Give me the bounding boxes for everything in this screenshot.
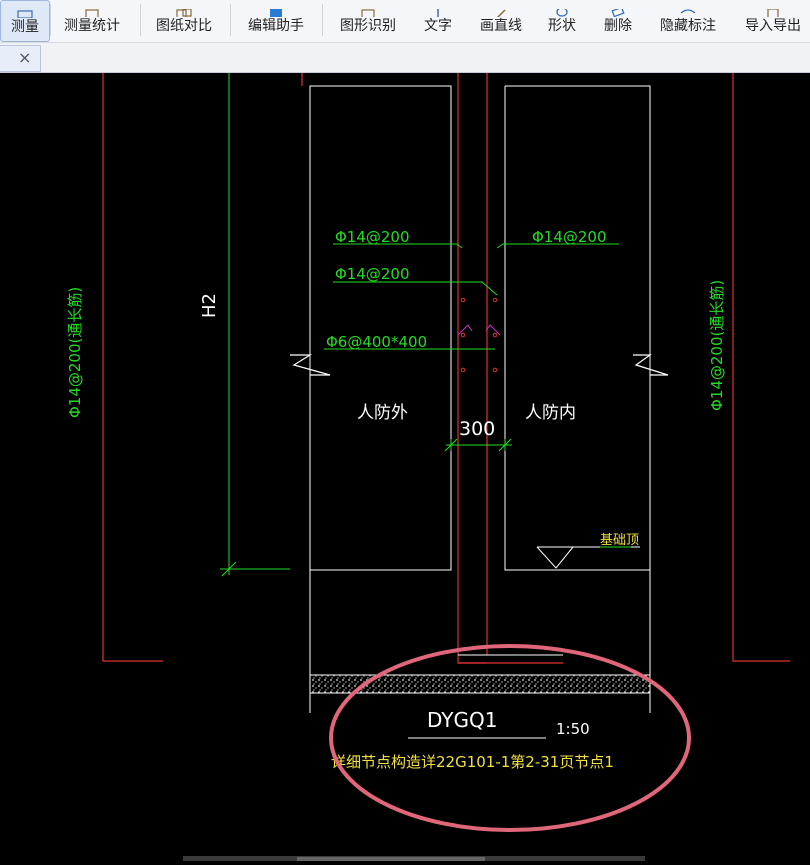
rebar-left-vertical-label: Φ14@200(通长筋): [66, 287, 84, 418]
draw-line-button[interactable]: 画直线: [472, 0, 530, 40]
cad-drawing[interactable]: H2 Φ14@200(通长筋) Φ14@200(通长筋) Φ14@200 Φ14…: [0, 73, 810, 861]
scale-label: 1:50: [556, 720, 590, 738]
hide-annotation-icon: [678, 7, 698, 17]
compare-drawings-icon: [174, 7, 194, 17]
edit-assistant-icon: [266, 7, 286, 17]
eraser-icon: [608, 7, 628, 17]
scrollbar-thumb[interactable]: [297, 857, 485, 861]
rebar-right-vertical-label: Φ14@200(通长筋): [708, 280, 726, 411]
rebar-top-right-label: Φ14@200: [532, 228, 607, 246]
gravel-bed: [309, 674, 651, 694]
drawing-canvas[interactable]: H2 Φ14@200(通长筋) Φ14@200(通长筋) Φ14@200 Φ14…: [0, 73, 810, 861]
toolbar: 测量 测量统计 图纸对比 编辑助手 图形识别 文字 画直线 形状 删除 隐藏标注: [0, 0, 810, 43]
delete-button[interactable]: 删除: [596, 0, 640, 40]
toolbar-separator: [50, 4, 51, 36]
tie-bar-label: Φ6@400*400: [326, 333, 427, 351]
element-title: DYGQ1: [427, 708, 498, 732]
document-tab-bar: ×: [0, 43, 810, 73]
wall-thickness-label: 300: [459, 418, 495, 440]
height-label: H2: [199, 293, 220, 318]
text-icon: [428, 7, 448, 17]
detail-reference: 详细节点构造详22G101-1第2-31页节点1: [331, 753, 614, 771]
measure-stats-button[interactable]: 测量统计: [56, 0, 128, 40]
close-icon[interactable]: ×: [18, 50, 31, 66]
ruler-icon: [15, 8, 35, 18]
shape-recognition-button[interactable]: 图形识别: [332, 0, 404, 40]
rebar-second-label: Φ14@200: [335, 265, 410, 283]
shape-recognition-icon: [358, 7, 378, 17]
import-export-button[interactable]: 导入导出: [736, 0, 810, 40]
compare-drawings-button[interactable]: 图纸对比: [148, 0, 220, 40]
inside-label: 人防内: [525, 403, 576, 423]
shape-icon: [552, 7, 572, 17]
rebar-top-left-label: Φ14@200: [335, 228, 410, 246]
line-icon: [491, 7, 511, 17]
text-button[interactable]: 文字: [416, 0, 460, 40]
hide-annotation-button[interactable]: 隐藏标注: [652, 0, 724, 40]
toolbar-separator: [140, 4, 141, 36]
measure-button[interactable]: 测量: [0, 0, 50, 42]
import-export-icon: [763, 7, 783, 17]
document-tab[interactable]: ×: [0, 45, 41, 72]
shape-button[interactable]: 形状: [540, 0, 584, 40]
toolbar-separator: [322, 4, 323, 36]
measure-stats-icon: [82, 7, 102, 17]
edit-assistant-button[interactable]: 编辑助手: [240, 0, 312, 40]
toolbar-separator: [230, 4, 231, 36]
outside-label: 人防外: [357, 403, 408, 423]
foundation-top-label: 基础顶: [600, 533, 639, 548]
